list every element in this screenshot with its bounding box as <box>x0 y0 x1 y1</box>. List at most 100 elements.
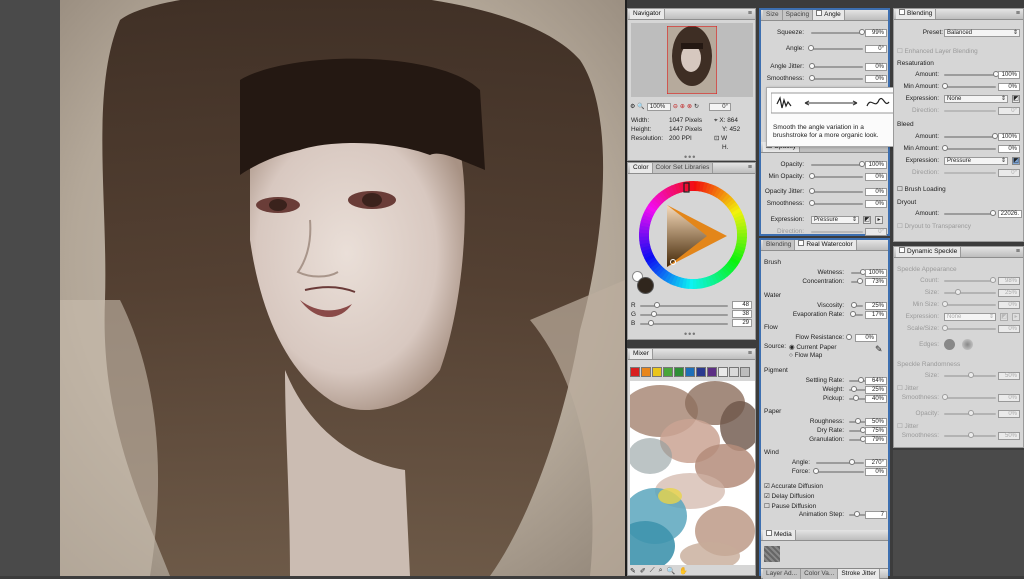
tab-color-set-libraries[interactable]: Color Set Libraries <box>652 163 714 173</box>
sample-icon[interactable]: ⌕ <box>659 567 663 575</box>
mixer-swatch[interactable] <box>729 367 739 377</box>
wind-angle-value[interactable]: 270° <box>865 458 887 467</box>
mixer-swatch[interactable] <box>674 367 684 377</box>
preset-select[interactable]: Balanced <box>944 28 1020 37</box>
b-value[interactable]: 29 <box>732 319 752 327</box>
tab-dynamic-speckle[interactable]: Dynamic Speckle <box>896 247 962 257</box>
min-size-value[interactable]: 0% <box>998 300 1020 309</box>
mixer-swatch[interactable] <box>641 367 651 377</box>
rand-size-value[interactable]: 50% <box>998 371 1020 380</box>
navigator-thumbnail[interactable] <box>631 23 753 97</box>
tab-real-watercolor[interactable]: Real Watercolor <box>795 240 857 250</box>
delay-diffusion-checkbox[interactable]: ☑ Delay Diffusion <box>764 492 814 500</box>
zoom-out-icon[interactable]: ⊖ <box>673 103 678 110</box>
mixer-swatch[interactable] <box>663 367 673 377</box>
rand-opacity-slider[interactable] <box>944 410 996 416</box>
rand-size-slider[interactable] <box>944 372 996 378</box>
blending-header[interactable]: Blending ≡ <box>894 9 1023 20</box>
rand-smoothness-slider[interactable] <box>942 394 996 400</box>
count-slider[interactable] <box>944 277 996 283</box>
force-value[interactable]: 0% <box>865 467 887 476</box>
viscosity-slider[interactable] <box>851 302 863 308</box>
granulation-value[interactable]: 79% <box>865 435 887 444</box>
invert-icon[interactable]: ◩ <box>1012 156 1020 165</box>
min-opacity-value[interactable]: 0% <box>865 172 887 181</box>
rotation-select[interactable]: 0° <box>709 102 731 111</box>
angle-jitter-slider[interactable] <box>809 63 863 69</box>
current-paper-radio[interactable]: ◉ Current Paper <box>789 343 837 351</box>
rand-smoothness2-value[interactable]: 50% <box>998 431 1020 440</box>
scale-size-value[interactable]: 0% <box>998 324 1020 333</box>
rand-smoothness2-slider[interactable] <box>944 432 996 438</box>
direction-value[interactable]: 0° <box>865 227 887 236</box>
pickup-value[interactable]: 40% <box>865 394 887 403</box>
min-size-slider[interactable] <box>942 301 996 307</box>
mixer-swatch[interactable] <box>696 367 706 377</box>
concentration-slider[interactable] <box>851 278 863 284</box>
media-header[interactable]: Media <box>761 530 888 541</box>
angle-header[interactable]: Size Spacing Angle <box>761 10 888 21</box>
rand-opacity-value[interactable]: 0% <box>998 409 1020 418</box>
concentration-value[interactable]: 73% <box>865 277 887 286</box>
angle-value[interactable]: 0° <box>865 44 887 53</box>
bleed-min-value[interactable]: 0% <box>998 144 1020 153</box>
invert-icon[interactable]: ◩ <box>863 215 871 224</box>
viscosity-value[interactable]: 25% <box>865 301 887 310</box>
hard-edge-icon[interactable] <box>944 339 955 350</box>
evaporation-value[interactable]: 17% <box>865 310 887 319</box>
media-paper-thumbnail[interactable] <box>764 546 780 562</box>
mixer-header[interactable]: Mixer ≡ <box>628 349 755 360</box>
dryout-amount-slider[interactable] <box>944 210 996 216</box>
scale-size-slider[interactable] <box>942 325 996 331</box>
min-amount-value[interactable]: 0% <box>998 82 1020 91</box>
expression-select[interactable]: Pressure <box>811 215 859 224</box>
speckle-header[interactable]: Dynamic Speckle ≡ <box>894 247 1023 258</box>
panel-menu-icon[interactable]: ≡ <box>1016 10 1020 17</box>
opacity-jitter-value[interactable]: 0% <box>865 187 887 196</box>
squeeze-slider[interactable] <box>811 29 866 35</box>
panel-menu-icon[interactable]: ≡ <box>748 350 752 357</box>
brush-loading-checkbox[interactable]: ☐ Brush Loading <box>897 185 946 193</box>
resat-direction-value[interactable]: 0° <box>998 106 1020 115</box>
amount-slider[interactable] <box>944 71 999 77</box>
jitter-checkbox[interactable]: ☐ Jitter <box>897 384 918 392</box>
bleed-amount-slider[interactable] <box>944 133 998 139</box>
navigator-tab[interactable]: Navigator <box>630 9 665 19</box>
animation-step-value[interactable]: 7 <box>865 510 887 519</box>
zoom-icon[interactable]: 🔍 <box>667 567 676 575</box>
tab-layer-adjuster[interactable]: Layer Ad... <box>763 568 802 579</box>
invert-icon[interactable]: ◩ <box>1000 312 1008 321</box>
flow-resistance-value[interactable]: 0% <box>855 333 877 342</box>
mixer-swatch[interactable] <box>740 367 750 377</box>
tab-size[interactable]: Size <box>763 10 783 20</box>
direction-icon[interactable]: ▸ <box>875 215 883 224</box>
tab-blending[interactable]: Blending <box>763 240 796 250</box>
tab-color[interactable]: Color <box>630 163 653 173</box>
knife-icon[interactable]: ⟋ <box>650 567 655 575</box>
gear-icon[interactable]: ⚙ <box>630 103 635 110</box>
mixer-pad[interactable] <box>630 381 755 565</box>
resize-grip[interactable]: ••• <box>684 329 696 339</box>
navigator-header[interactable]: Navigator ≡ <box>628 9 755 20</box>
flow-map-radio[interactable]: ○ Flow Map <box>789 352 822 359</box>
tab-color-variability[interactable]: Color Va... <box>801 568 839 579</box>
canvas-area[interactable] <box>0 0 625 576</box>
g-slider[interactable] <box>640 311 728 317</box>
speckle-expression-select[interactable]: None <box>944 312 996 321</box>
count-value[interactable]: 98% <box>998 276 1020 285</box>
direction-slider[interactable] <box>811 231 863 233</box>
panel-menu-icon[interactable]: ≡ <box>1016 248 1020 255</box>
speckle-size-slider[interactable] <box>944 289 996 295</box>
bleed-direction-value[interactable]: 0° <box>998 168 1020 177</box>
bleed-amount-value[interactable]: 100% <box>998 132 1020 141</box>
pause-diffusion-checkbox[interactable]: ☐ Pause Diffusion <box>764 502 816 510</box>
tab-angle[interactable]: Angle <box>813 10 845 20</box>
color-wheel[interactable] <box>637 179 749 291</box>
tab-stroke-jitter[interactable]: Stroke Jitter <box>838 568 880 579</box>
min-amount-slider[interactable] <box>942 83 996 89</box>
roughness-value[interactable]: 50% <box>865 417 887 426</box>
zoom-in-icon[interactable]: ⊕ <box>680 103 685 110</box>
portrait-painting[interactable] <box>60 0 625 576</box>
mixer-swatch[interactable] <box>685 367 695 377</box>
opacity-value[interactable]: 100% <box>865 160 887 169</box>
